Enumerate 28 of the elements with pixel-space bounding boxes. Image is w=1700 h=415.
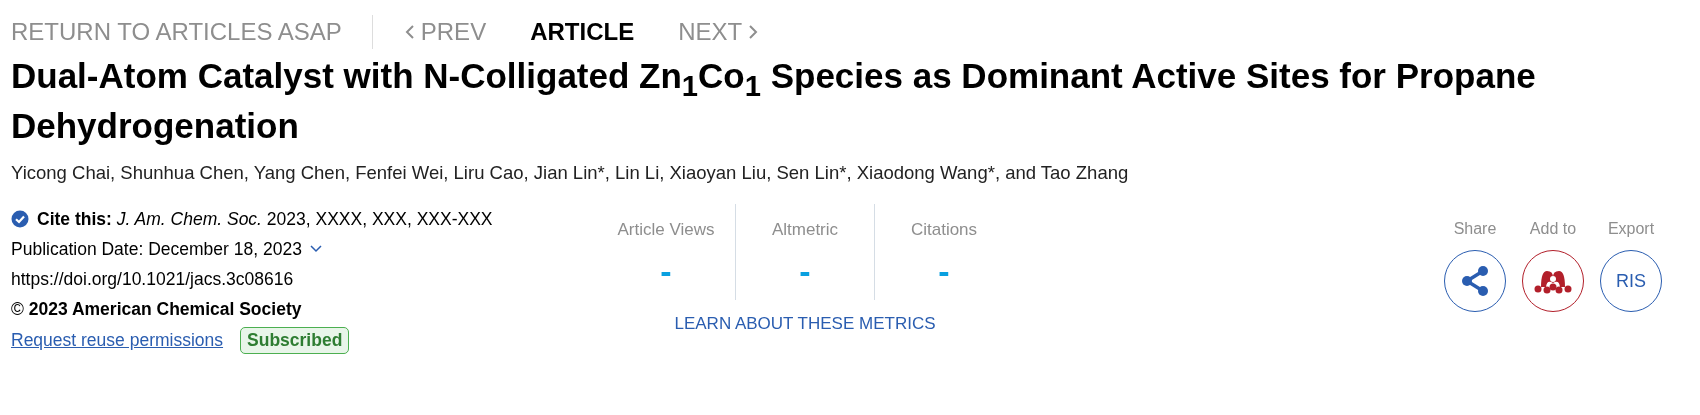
next-link[interactable]: NEXT [678, 18, 759, 46]
permissions-link[interactable]: Request reuse permissions [11, 325, 224, 355]
article-tab[interactable]: ARTICLE [530, 18, 635, 46]
subscribed-badge: Subscribed [240, 326, 350, 354]
metric-label: Citations [910, 220, 978, 240]
copyright-text: © 2023 American Chemical Society [11, 298, 302, 321]
chevron-left-icon [404, 24, 415, 40]
action-label: Add to [1529, 220, 1577, 238]
action-label: Export [1607, 220, 1655, 238]
metric-value: - [660, 252, 672, 291]
check-circle-icon [11, 210, 29, 228]
publication-date: Publication Date: December 18, 2023 [11, 238, 302, 261]
author-list: Yicong Chai, Shunhua Chen, Yang Chen, Fenfei Wei, Liru Cao, Jian Lin*, Lin Li, Xiaoyan Liu, Sen Lin*, Xiaodong Wang*, and Tao Zhang [11, 162, 1665, 184]
ris-export-button[interactable]: RIS [1600, 250, 1662, 312]
share-icon [1460, 265, 1490, 297]
action-label: Share [1453, 220, 1497, 238]
article-title: Dual-Atom Catalyst with N-Colligated Zn$_{1}$Co$_{1}$ Species as Dominant Active Sites for Propane Dehydrogenation [11, 56, 1537, 146]
metric-value: - [799, 252, 811, 291]
metric-value: - [938, 252, 950, 291]
metric-label: Article Views [617, 220, 715, 240]
citation-text: Cite this: J. Am. Chem. Soc. 2023, XXXX, XXX, XXX-XXX [37, 209, 493, 229]
prev-link[interactable]: PREV [404, 18, 487, 46]
metrics-link[interactable]: LEARN ABOUT THESE METRICS [674, 314, 936, 334]
chevron-down-icon[interactable] [309, 245, 322, 253]
doi-link[interactable]: https://doi.org/10.1021/jacs.3c08616 [11, 264, 294, 294]
metric-label: Altmetric [771, 220, 839, 240]
back-link[interactable]: RETURN TO ARTICLES ASAP [11, 18, 342, 46]
chevron-right-icon [748, 24, 759, 40]
